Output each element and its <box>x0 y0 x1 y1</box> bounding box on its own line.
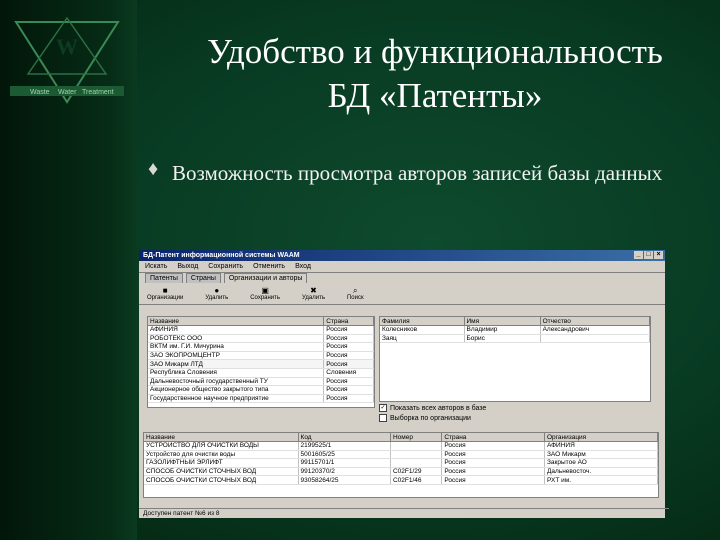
tab-patents[interactable]: Патенты <box>145 273 183 283</box>
table-row[interactable]: РОБОТЕКС ООО Россия <box>148 334 374 344</box>
table-row[interactable]: ЗАО ЭКОПРОМЦЕНТР Россия <box>148 351 374 361</box>
patents-header-org[interactable]: Организация <box>544 433 658 442</box>
cross-icon: ✖ <box>310 286 317 295</box>
tool-search-button[interactable]: ⌕ Поиск <box>347 286 364 301</box>
authors-header-surname[interactable]: Фамилия <box>380 317 465 326</box>
patents-grid[interactable]: Название Код Номер Страна Организация УС… <box>143 432 659 498</box>
table-row[interactable]: АФИНИЯ Россия <box>148 325 374 335</box>
menu-item-save[interactable]: Сохранить <box>208 263 243 270</box>
bullet-text: Возможность просмотра авторов записей ба… <box>172 161 663 185</box>
table-row[interactable]: Колесников Владимир Александрович <box>380 325 650 335</box>
tab-orgs-authors[interactable]: Организации и авторы <box>223 273 308 283</box>
slide-title: Удобство и функциональность БД «Патенты» <box>160 30 710 118</box>
filter-by-org-checkbox[interactable]: Выборка по организации <box>379 414 471 422</box>
patents-header-code[interactable]: Код <box>298 433 391 442</box>
table-row[interactable]: ВКТМ им. Г.И. Мичурина Россия <box>148 342 374 352</box>
tool-remove-button[interactable]: ✖ Удалить <box>302 286 325 301</box>
table-row[interactable]: ЗАО Микарм ЛТД Россия <box>148 359 374 369</box>
authors-header-patronymic[interactable]: Отчество <box>540 317 650 326</box>
menu-item-search[interactable]: Искать <box>145 263 167 270</box>
menu-item-exit[interactable]: Выход <box>177 263 198 270</box>
orgs-header-country[interactable]: Страна <box>323 317 374 326</box>
bullet-diamond-icon: ♦ <box>148 158 159 180</box>
patents-header-number[interactable]: Номер <box>390 433 443 442</box>
toolbar: ■ Организации ● Удалить ▣ Сохранить ✖ Удалит… <box>139 283 665 305</box>
tool-delete-button[interactable]: ● Удалить <box>205 286 228 301</box>
tab-countries[interactable]: Страны <box>185 273 221 283</box>
authors-grid[interactable]: Фамилия Имя Отчество Колесников Владимир А… <box>379 316 651 402</box>
delete-icon: ● <box>214 286 220 295</box>
tab-strip: Патенты Страны Организации и авторы <box>139 273 665 283</box>
table-row[interactable]: Республика Словения Словения <box>148 368 374 378</box>
table-row[interactable]: Государственное научное предприятие Росси… <box>148 394 374 404</box>
svg-text:Treatment: Treatment <box>82 89 114 96</box>
maximize-icon[interactable]: □ <box>644 251 653 259</box>
building-icon: ■ <box>162 286 168 295</box>
show-all-authors-checkbox[interactable]: ✓ Показать всех авторов в базе <box>379 404 486 412</box>
tool-save-button[interactable]: ▣ Сохранить <box>250 286 280 301</box>
svg-text:Water: Water <box>58 89 77 96</box>
svg-text:W: W <box>56 34 78 59</box>
app-window: БД-Патент информационной системы WAAM _ … <box>139 250 669 518</box>
slide-sidebar: W Waste Water Treatment <box>0 0 137 540</box>
menu-bar: Искать Выход Сохранить Отменить Вход <box>139 261 665 273</box>
table-row[interactable]: Заяц Борис <box>380 334 650 344</box>
binoculars-icon: ⌕ <box>353 286 358 295</box>
table-row[interactable]: ГАЗОЛИФТНЫЙ ЭРЛИФТ 99115701/1 Россия Закрыт… <box>144 458 658 468</box>
close-icon[interactable]: × <box>654 251 663 259</box>
tool-orgs-button[interactable]: ■ Организации <box>147 286 183 301</box>
menu-item-login[interactable]: Вход <box>295 263 311 270</box>
title-line-2: БД «Патенты» <box>327 76 543 115</box>
check-icon: ✓ <box>379 404 387 412</box>
svg-text:Waste: Waste <box>30 89 50 96</box>
table-row[interactable]: СПОСОБ ОЧИСТКИ СТОЧНЫХ ВОД 93058264/25 C02… <box>144 475 658 485</box>
orgs-header-name[interactable]: Название <box>148 317 325 326</box>
patents-header-country[interactable]: Страна <box>441 433 545 442</box>
table-row[interactable]: СПОСОБ ОЧИСТКИ СТОЧНЫХ ВОД 99120370/2 C02F… <box>144 467 658 477</box>
menu-item-cancel[interactable]: Отменить <box>253 263 285 270</box>
table-row[interactable]: УСТРОЙСТВО ДЛЯ ОЧИСТКИ ВОДЫ 2199525/1 Росс… <box>144 441 658 451</box>
table-row[interactable]: Устройство для очистки воды 5001605/25 Рос… <box>144 450 658 460</box>
title-line-1: Удобство и функциональность <box>207 32 663 71</box>
window-titlebar: БД-Патент информационной системы WAAM _ … <box>139 250 665 261</box>
save-icon: ▣ <box>261 286 269 295</box>
orgs-grid[interactable]: Название Страна АФИНИЯ Россия РОБОТЕКС ОО… <box>147 316 375 408</box>
waste-water-logo-icon: W Waste Water Treatment <box>10 16 124 104</box>
status-bar: Доступен патент №6 из 8 <box>139 508 669 518</box>
patents-header-title[interactable]: Название <box>144 433 299 442</box>
authors-header-name[interactable]: Имя <box>464 317 541 326</box>
table-row[interactable]: Акционерное общество закрытого типа Росси… <box>148 385 374 395</box>
window-title: БД-Патент информационной системы WAAM <box>143 252 300 259</box>
minimize-icon[interactable]: _ <box>634 251 643 259</box>
table-row[interactable]: Дальневосточный государственный ТУ Россия <box>148 377 374 387</box>
